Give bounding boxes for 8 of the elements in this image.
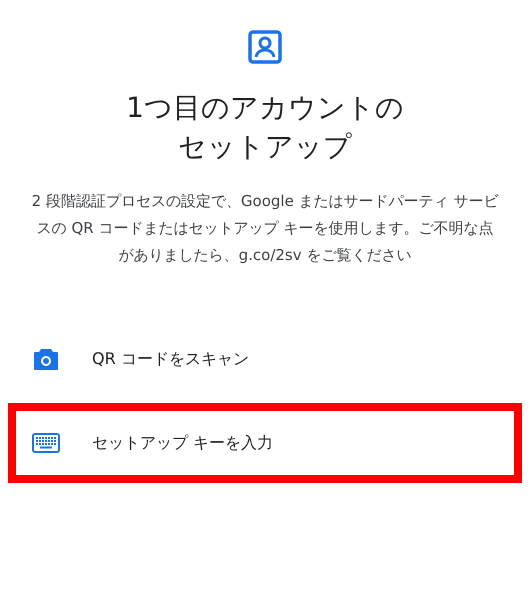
option-item[interactable]: セットアップ キーを入力 bbox=[0, 403, 530, 483]
account-icon bbox=[248, 30, 282, 64]
camera-icon bbox=[33, 347, 59, 371]
keyboard-icon bbox=[32, 433, 60, 453]
page-title: セットアップ bbox=[178, 129, 352, 165]
description-text: 2 段階認証プロセスの設定で、Google またはサードパーティ サービスの QR コードまたはセットアップ キーを使用します。ご不明な点がありましたら、g.co/2sv をご覧ください bbox=[30, 191, 500, 266]
page-title: 1つ目のアカウントの bbox=[126, 90, 404, 126]
option-item[interactable]: QR コードをスキャン bbox=[0, 319, 530, 399]
